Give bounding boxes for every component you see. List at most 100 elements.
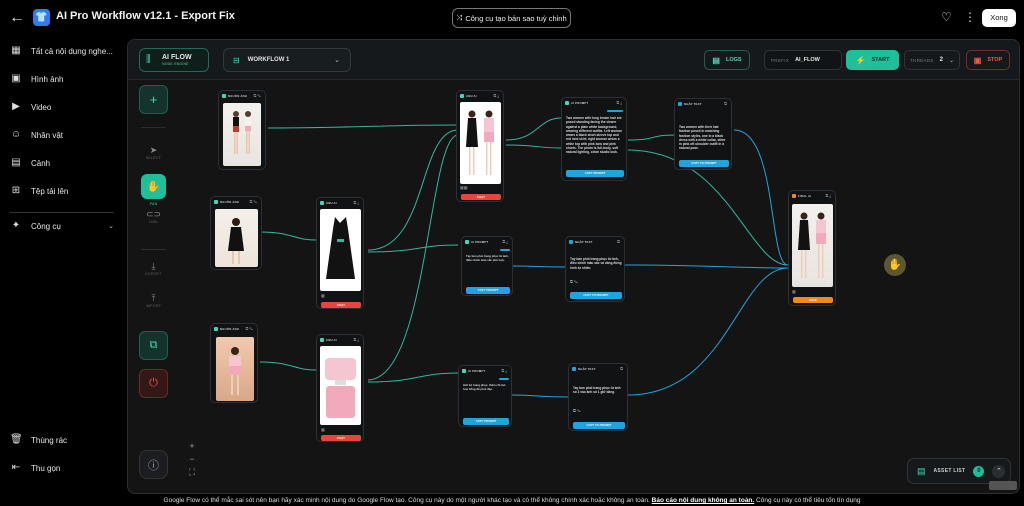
node-status-dot — [569, 239, 573, 244]
copy-tool-button[interactable]: ⤨ Công cụ tạo bản sao tuỳ chỉnh — [452, 8, 571, 28]
wire — [259, 361, 317, 371]
export-tool[interactable]: ⤓ EXPORT — [137, 261, 170, 277]
node-actions-icon[interactable]: ⧉⤓ — [616, 100, 623, 105]
pan-tool-button[interactable]: ✋ — [141, 174, 166, 199]
more-options-icon[interactable]: ⋮ — [964, 10, 976, 24]
copy-prompt-button[interactable]: COPY PROMPT — [566, 170, 624, 177]
sidebar-item-video[interactable]: ▶ Video — [10, 101, 51, 113]
text-input-node[interactable]: NHẬP TEXT ⧉ Tay ban phối trang phục từ ả… — [568, 363, 628, 431]
zoom-in-icon[interactable]: + — [185, 440, 199, 453]
ai-image-node[interactable]: ẢNH AI ⧉⤓ ▦▦ CHẠY — [456, 90, 504, 202]
group-button[interactable]: ⧉ — [139, 331, 168, 360]
sidebar-item-trash[interactable]: 🗑 Thùng rác — [10, 434, 67, 446]
node-status-dot — [462, 368, 466, 373]
ai-image-node[interactable]: ẢNH AI ⧉⤓ ▦ CHẠY — [316, 334, 364, 442]
shuffle-icon: ⤨ — [456, 13, 463, 22]
copy-to-prompt-button[interactable]: COPY TO PROMPT — [679, 160, 729, 167]
sidebar-item-label: Công cụ — [31, 221, 61, 231]
tool-divider — [141, 249, 166, 250]
sidebar-item-scenes[interactable]: ▤ Cảnh — [10, 157, 50, 169]
add-node-button[interactable]: + — [139, 85, 168, 114]
fit-view-icon[interactable]: ⛶ — [185, 466, 199, 479]
run-button[interactable]: CHẠY — [461, 194, 501, 200]
threads-select[interactable]: THREADS 2 ⌄ — [904, 50, 960, 70]
logs-button[interactable]: ▤ LOGS — [704, 50, 750, 70]
canvas-header: ⫼ AI FLOW NODE ENGINE ⊟ WORKFLOW 1 ⌄ ▤ L… — [128, 40, 1019, 80]
ai-prompt-node[interactable]: AI PROMPT ⧉⤓ Two women with long brown h… — [561, 97, 627, 181]
import-tool-label: IMPORT — [145, 304, 162, 308]
copy-prompt-button[interactable]: COPY PROMPT — [466, 287, 510, 294]
progress-bar — [500, 249, 510, 251]
ai-image-node[interactable]: ẢNH AI ⧉⤓ ▦ CHẠY — [316, 197, 364, 309]
info-button[interactable]: ⓘ — [139, 450, 168, 479]
sidebar-item-label: Nhân vật — [31, 130, 64, 140]
text-input-node[interactable]: NHẬP TEXT ⧉ Tạy ban phối trang phục từ ả… — [565, 236, 625, 302]
copy-icon[interactable]: ⧉ ✎ — [570, 279, 578, 284]
node-status-dot — [792, 193, 796, 198]
done-button[interactable]: Xong — [982, 9, 1016, 27]
source-image-node[interactable]: NGUỒN ẢNH ⧉✎ — [210, 196, 262, 270]
node-actions-icon[interactable]: ⧉⤓ — [353, 200, 360, 205]
ai-prompt-node[interactable]: AI PROMPT ⧉⤓ Tạy ban phối trang phục từ … — [461, 236, 513, 296]
node-title: NGUỒN ẢNH — [220, 326, 240, 331]
node-header: NGUỒN ẢNH ⧉✎ — [211, 324, 257, 333]
copy-prompt-button[interactable]: COPY PROMPT — [463, 418, 509, 425]
sidebar-item-uploads[interactable]: ⊞ Tệp tải lên — [10, 185, 69, 197]
chevron-up-icon[interactable]: ⌃ — [992, 464, 1006, 478]
woman-black-dress-figure — [228, 218, 244, 264]
stop-button[interactable]: ▣ STOP — [966, 50, 1010, 70]
final-image-node[interactable]: FINAL AI ⧉⤓ ▦ SAVE — [788, 190, 836, 306]
sidebar-item-all-content[interactable]: ▦ Tất cả nội dung nghe... — [10, 45, 113, 57]
node-actions-icon[interactable]: ⧉⤓ — [501, 368, 508, 373]
node-header: NHẬP TEXT ⧉ — [569, 364, 627, 373]
save-button[interactable]: SAVE — [793, 297, 833, 303]
threads-value: 2 — [939, 57, 943, 63]
sidebar-item-tools[interactable]: ✦ Công cụ ⌄ — [10, 220, 114, 232]
ai-prompt-node[interactable]: AI PROMPT ⧉⤓ Gửi bộ trang phục, thêm chi… — [458, 365, 512, 427]
workflow-canvas[interactable]: ⫼ AI FLOW NODE ENGINE ⊟ WORKFLOW 1 ⌄ ▤ L… — [127, 39, 1020, 494]
sidebar-item-characters[interactable]: ☺ Nhân vật — [10, 129, 63, 141]
select-tool[interactable]: ➤ SELECT — [137, 145, 170, 161]
node-header: NHẬP TEXT ⧉ — [675, 99, 731, 108]
back-arrow-icon[interactable]: ← — [8, 9, 26, 27]
copy-to-prompt-button[interactable]: COPY TO PROMPT — [573, 422, 625, 429]
run-button[interactable]: CHẠY — [321, 435, 361, 441]
pink-outfit-figure — [325, 358, 356, 418]
start-button[interactable]: ⚡ START — [846, 50, 899, 70]
node-title: NHẬP TEXT — [578, 366, 596, 371]
node-actions-icon[interactable]: ⧉✎ — [254, 93, 263, 98]
source-image-node[interactable]: NGUỒN ẢNH ⧉✎ — [210, 323, 258, 403]
copy-icon[interactable]: ⧉ ✎ — [573, 408, 581, 413]
node-actions-icon[interactable]: ⧉⤓ — [502, 239, 509, 244]
image-badge-icon: ▦ — [321, 427, 325, 432]
copy-tool-label: Công cụ tạo bản sao tuỳ chỉnh — [465, 13, 567, 23]
run-button[interactable]: CHẠY — [321, 302, 361, 308]
sidebar-item-images[interactable]: ▣ Hình ảnh — [10, 73, 63, 85]
workflow-select[interactable]: ⊟ WORKFLOW 1 ⌄ — [223, 48, 351, 72]
import-tool[interactable]: ⤒ IMPORT — [137, 293, 170, 309]
zoom-out-icon[interactable]: − — [185, 453, 199, 466]
heart-icon[interactable]: ♡ — [941, 10, 952, 24]
copy-to-prompt-button[interactable]: COPY TO PROMPT — [570, 292, 622, 299]
node-status-dot — [222, 93, 226, 98]
source-image-node[interactable]: NGUỒN ẢNH ⧉✎ — [218, 90, 266, 170]
node-actions-icon[interactable]: ⧉✎ — [250, 199, 259, 204]
text-input-node[interactable]: NHẬP TEXT ⧉ Two women with their hair fa… — [674, 98, 732, 170]
text-content: Tay ban phối trang phục từ ảnh số 2 vào … — [573, 386, 621, 395]
reset-button[interactable]: ⏻ — [139, 369, 168, 398]
node-actions-icon[interactable]: ⧉⤓ — [825, 193, 832, 198]
node-actions-icon[interactable]: ⧉ — [620, 366, 624, 371]
node-actions-icon[interactable]: ⧉✎ — [246, 326, 255, 331]
node-actions-icon[interactable]: ⧉ — [617, 239, 621, 244]
link-tool[interactable]: ⊂⊃ LINK — [137, 209, 170, 225]
trash-icon: 🗑 — [10, 434, 23, 445]
sidebar: ▦ Tất cả nội dung nghe... ▣ Hình ảnh ▶ V… — [0, 36, 124, 496]
node-actions-icon[interactable]: ⧉ — [724, 101, 728, 106]
wire — [624, 264, 789, 269]
chevron-down-icon: ⌄ — [108, 223, 114, 230]
node-actions-icon[interactable]: ⧉⤓ — [353, 337, 360, 342]
sidebar-item-collapse[interactable]: ⇤ Thu gọn — [10, 462, 61, 474]
report-unsafe-link[interactable]: Báo cáo nội dung không an toàn. — [652, 497, 755, 504]
node-actions-icon[interactable]: ⧉⤓ — [493, 93, 500, 98]
prefix-input[interactable]: PREFIX AI_FLOW — [764, 50, 842, 70]
